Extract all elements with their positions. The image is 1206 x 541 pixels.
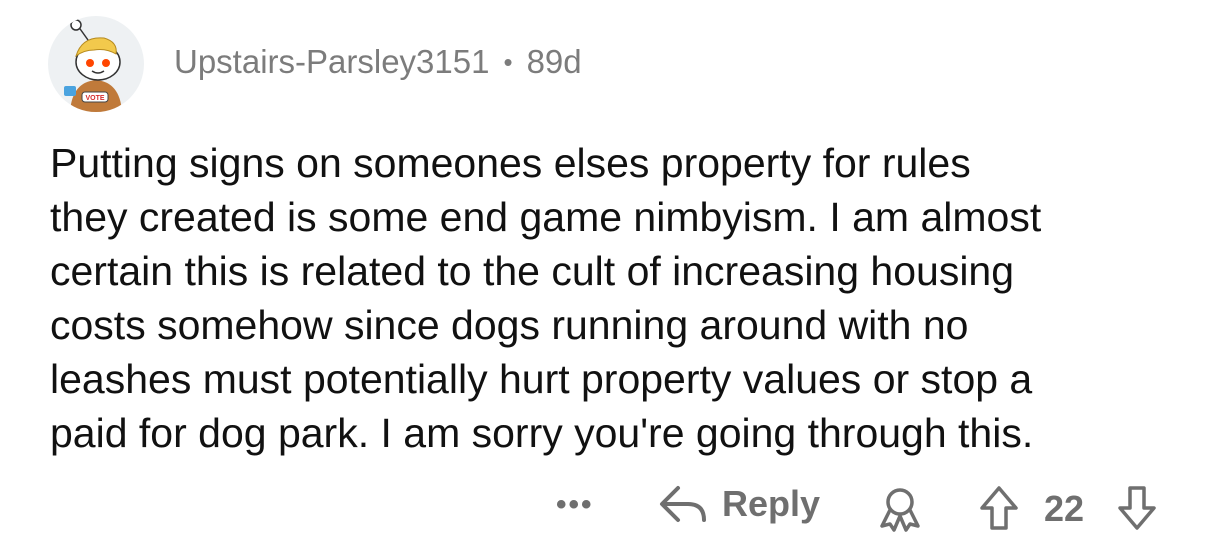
upvote-arrow-icon [980,486,1018,530]
downvote-button[interactable] [1116,484,1158,541]
upvote-button[interactable] [978,484,1020,541]
snoo-avatar-icon: VOTE [64,19,122,112]
comment-line: costs somehow since dogs running around … [50,302,969,348]
comment-age: 89d [526,43,582,80]
comment-line: Putting signs on someones elses property… [50,140,971,186]
comment-line: paid for dog park. I am sorry you're goi… [50,410,1034,456]
comment-line: certain this is related to the cult of i… [50,248,1015,294]
comment-line: they created is some end game nimbyism. … [50,194,1042,240]
comment-line: leashes must potentially hurt property v… [50,356,1033,402]
comment-header: VOTE Upstairs-Parsley3151 • 89d [48,16,582,112]
author-name[interactable]: Upstairs-Parsley3151 [174,43,489,81]
meta-separator: • [503,46,513,77]
downvote-arrow-icon [1118,486,1156,530]
award-button[interactable] [876,486,924,541]
svg-text:VOTE: VOTE [85,95,104,102]
award-icon [880,488,920,532]
more-options-button[interactable]: ••• [556,488,594,522]
reply-arrow-icon [660,486,706,522]
comment-body: Putting signs on someones elses property… [50,136,1190,460]
reply-button[interactable]: Reply [658,482,820,526]
reply-label: Reply [722,483,821,524]
comment-actions: ••• Reply 22 [0,482,1206,536]
avatar[interactable]: VOTE [48,16,144,112]
comment-meta: Upstairs-Parsley3151 • 89d [174,43,582,81]
vote-score: 22 [1044,488,1085,529]
